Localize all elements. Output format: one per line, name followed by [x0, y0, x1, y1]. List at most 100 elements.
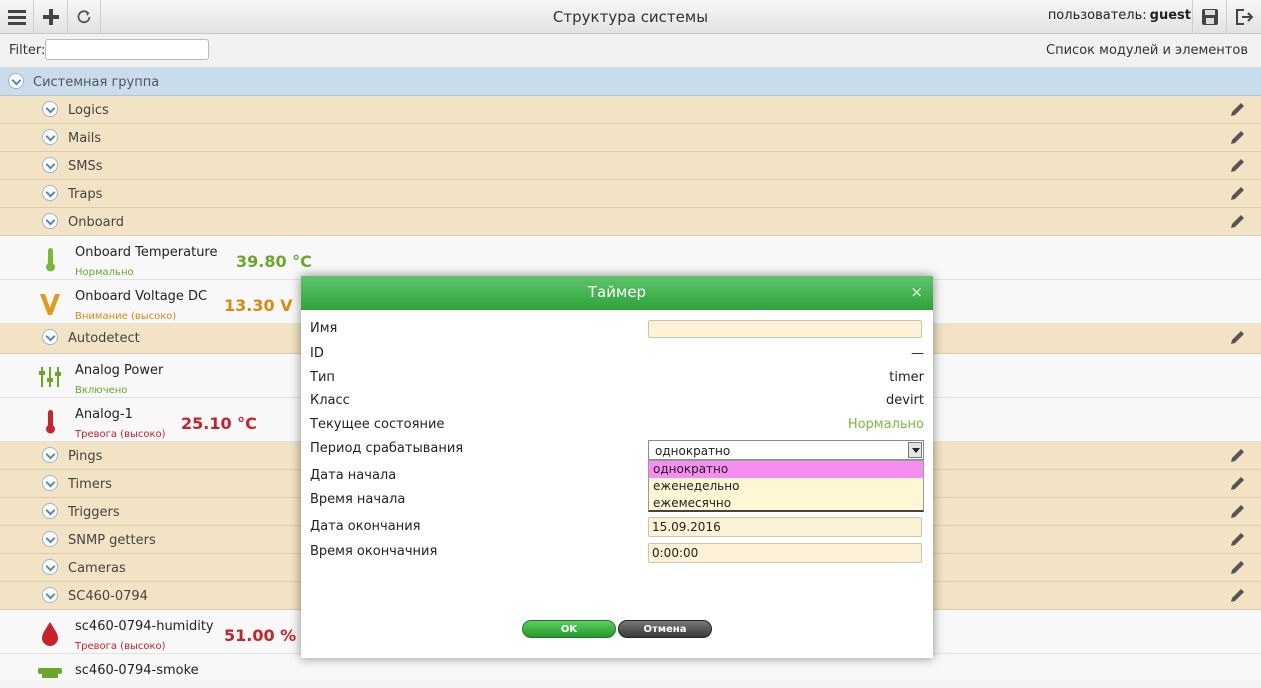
group-label: SNMP getters — [68, 533, 156, 548]
period-select[interactable]: однократно — [648, 440, 924, 460]
class-label: Класс — [310, 393, 350, 408]
item-onboard-temperature[interactable]: Onboard Temperature Нормально 39.80 °C — [0, 236, 1261, 280]
cancel-button[interactable]: Отмена — [618, 620, 712, 638]
end-date-input[interactable]: 15.09.2016 — [648, 517, 922, 537]
pencil-icon[interactable] — [1229, 588, 1247, 604]
chevron-down-icon[interactable] — [42, 129, 58, 145]
item-name: Analog-1 — [75, 407, 133, 422]
pencil-icon[interactable] — [1229, 102, 1247, 118]
period-option[interactable]: еженедельно — [649, 478, 923, 495]
item-value: 51.00 % — [224, 626, 297, 645]
item-name: sc460-0794-smoke — [75, 663, 199, 678]
start-time-label: Время начала — [310, 492, 406, 507]
close-icon[interactable]: × — [910, 276, 923, 308]
period-label: Период срабатывания — [310, 441, 464, 456]
group-logics[interactable]: Logics — [0, 96, 1261, 124]
dialog-titlebar: Таймер × — [301, 276, 933, 310]
id-value: — — [911, 346, 924, 361]
filter-label: Filter: — [9, 43, 46, 58]
period-selected: однократно — [655, 444, 731, 458]
chevron-down-icon[interactable] — [8, 73, 24, 89]
group-label: Системная группа — [33, 75, 160, 90]
logout-button[interactable] — [1227, 0, 1260, 33]
user-name: guest — [1149, 8, 1191, 23]
pencil-icon[interactable] — [1229, 214, 1247, 230]
item-status: Тревога (высоко) — [75, 429, 166, 440]
item-name: sc460-0794-humidity — [75, 619, 214, 634]
floppy-icon — [1201, 8, 1218, 25]
save-button[interactable] — [1192, 0, 1227, 33]
chevron-down-icon[interactable] — [42, 559, 58, 575]
item-status: Тревога (высоко) — [75, 641, 166, 652]
group-label: SC460-0794 — [68, 589, 148, 604]
chevron-down-icon[interactable] — [908, 442, 922, 458]
smoke-detector-icon — [38, 668, 62, 678]
filter-bar: Filter: Список модулей и элементов — [0, 34, 1261, 68]
item-name: Onboard Temperature — [75, 245, 218, 260]
pencil-icon[interactable] — [1229, 476, 1247, 492]
dialog-title: Таймер — [587, 283, 647, 301]
chevron-down-icon[interactable] — [42, 329, 58, 345]
pencil-icon[interactable] — [1229, 532, 1247, 548]
app-header: Структура системы пользователь: guest — [0, 0, 1261, 34]
state-label: Текущее состояние — [310, 417, 445, 432]
group-mails[interactable]: Mails — [0, 124, 1261, 152]
pencil-icon[interactable] — [1229, 504, 1247, 520]
group-label: Pings — [68, 449, 103, 464]
pencil-icon[interactable] — [1229, 560, 1247, 576]
power-sliders-icon — [39, 367, 61, 387]
start-date-label: Дата начала — [310, 468, 397, 483]
item-name: Onboard Voltage DC — [75, 289, 208, 304]
user-info: пользователь: guest — [1048, 8, 1191, 23]
pencil-icon[interactable] — [1229, 158, 1247, 174]
chevron-down-icon[interactable] — [42, 475, 58, 491]
end-time-input[interactable]: 0:00:00 — [648, 543, 922, 563]
pencil-icon[interactable] — [1229, 130, 1247, 146]
chevron-down-icon[interactable] — [42, 185, 58, 201]
period-option[interactable]: однократно — [649, 461, 923, 478]
item-value: 25.10 °C — [181, 414, 257, 433]
group-traps[interactable]: Traps — [0, 180, 1261, 208]
id-label: ID — [310, 346, 324, 361]
chevron-down-icon[interactable] — [42, 213, 58, 229]
group-onboard[interactable]: Onboard — [0, 208, 1261, 236]
thermometer-icon — [46, 410, 55, 434]
group-label: Logics — [68, 103, 109, 118]
chevron-down-icon[interactable] — [42, 157, 58, 173]
group-system[interactable]: Системная группа — [0, 68, 1261, 96]
pencil-icon[interactable] — [1229, 448, 1247, 464]
chevron-down-icon[interactable] — [42, 101, 58, 117]
period-option[interactable]: ежемесячно — [649, 495, 923, 512]
period-dropdown: однократно еженедельно ежемесячно — [648, 460, 924, 512]
group-label: Traps — [68, 187, 103, 202]
name-input[interactable] — [648, 320, 922, 338]
state-value: Нормально — [847, 417, 924, 432]
pencil-icon[interactable] — [1229, 330, 1247, 346]
timer-dialog: Таймер × Имя ID — Тип timer Класс devirt… — [301, 276, 933, 658]
logout-icon — [1235, 8, 1253, 25]
item-name: Analog Power — [75, 363, 164, 378]
item-value: 13.30 V — [224, 296, 293, 315]
group-label: Autodetect — [68, 331, 140, 346]
ok-button[interactable]: OK — [522, 620, 616, 638]
chevron-down-icon[interactable] — [42, 447, 58, 463]
user-label: пользователь: — [1047, 8, 1147, 23]
end-date-label: Дата окончания — [310, 519, 421, 534]
chevron-down-icon[interactable] — [42, 503, 58, 519]
filter-input[interactable] — [45, 39, 209, 60]
item-status: Нормально — [75, 267, 134, 278]
thermometer-icon — [46, 248, 55, 272]
group-label: Onboard — [68, 215, 125, 230]
group-smss[interactable]: SMSs — [0, 152, 1261, 180]
modules-list-link[interactable]: Список модулей и элементов — [1046, 43, 1248, 58]
type-value: timer — [889, 370, 924, 385]
group-label: Cameras — [68, 561, 126, 576]
item-status: Внимание (высоко) — [75, 311, 177, 322]
name-label: Имя — [310, 321, 338, 336]
chevron-down-icon[interactable] — [42, 587, 58, 603]
group-label: Timers — [68, 477, 112, 492]
pencil-icon[interactable] — [1229, 186, 1247, 202]
voltage-icon — [40, 294, 60, 315]
chevron-down-icon[interactable] — [42, 531, 58, 547]
class-value: devirt — [886, 393, 924, 408]
